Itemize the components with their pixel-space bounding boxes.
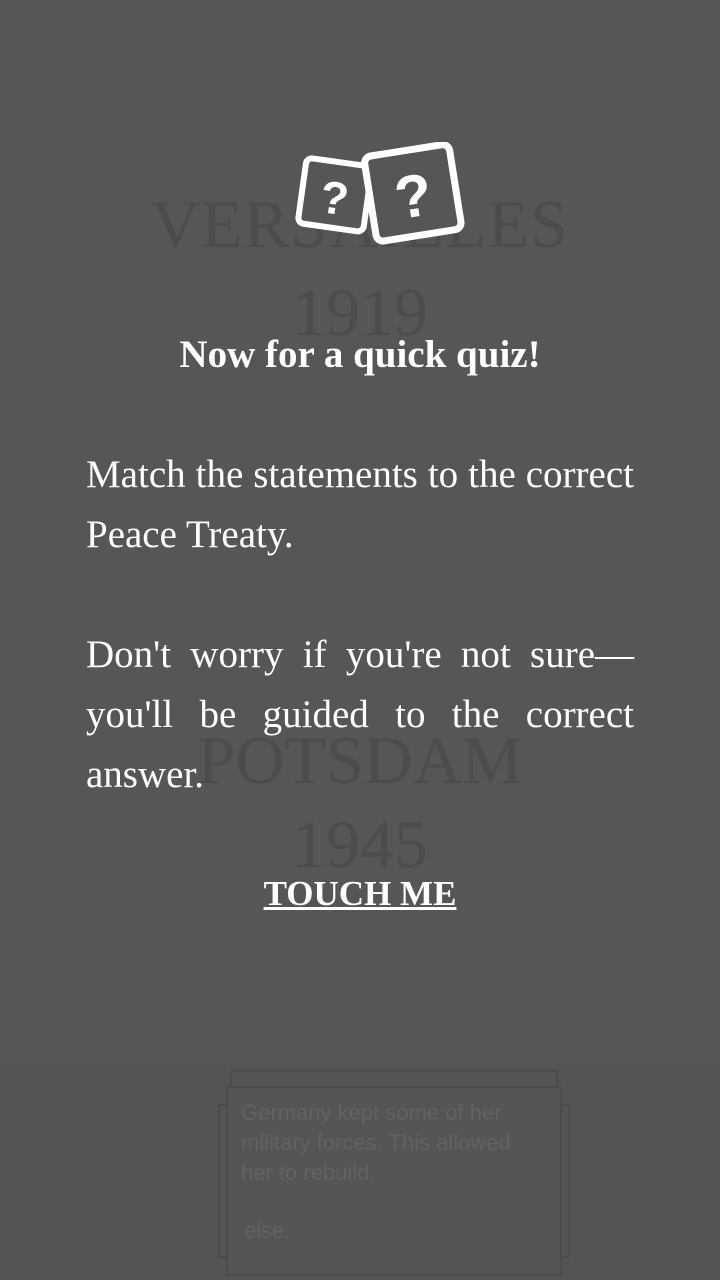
statement-card-text: Germany kept some of her military forces… [241, 1100, 511, 1185]
quiz-intro-headline: Now for a quick quiz! [179, 333, 541, 376]
quiz-instructions-text: Match the statements to the correct Peac… [86, 453, 634, 556]
quiz-question-cards-icon: ? ? [294, 141, 468, 250]
quiz-reassurance-text: Don't worry if you're not sure— you'll b… [86, 633, 634, 796]
touch-me-button[interactable]: TOUCH ME [0, 874, 720, 914]
statement-card-text-trailing: else. [244, 1218, 291, 1243]
background-statement-card-stack: Germany kept some of her military forces… [218, 1070, 570, 1276]
background-year-1945: 1945 [292, 806, 428, 882]
